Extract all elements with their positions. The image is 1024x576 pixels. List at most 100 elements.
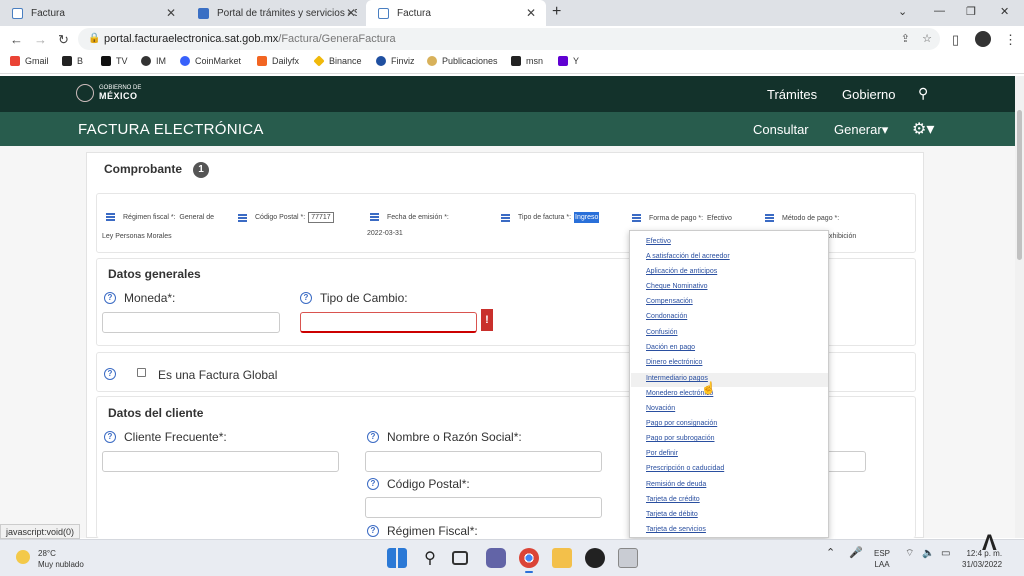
option-confusion[interactable]: Confusión — [646, 329, 678, 336]
bookmark-finviz[interactable]: Finviz — [376, 56, 415, 66]
help-icon[interactable]: ? — [367, 431, 379, 443]
wifi-icon[interactable]: ⌔ — [905, 548, 914, 559]
help-icon[interactable]: ? — [367, 478, 379, 490]
option-subrogacion[interactable]: Pago por subrogación — [646, 435, 715, 442]
publicaciones-icon — [427, 56, 437, 66]
option-tarjeta-servicios[interactable]: Tarjeta de servicios — [646, 526, 706, 533]
windows-start-icon[interactable] — [387, 548, 407, 568]
metodo-summary[interactable]: Método de pago *: — [765, 214, 839, 222]
close-window-icon[interactable]: ✕ — [1000, 5, 1009, 18]
battery-icon[interactable]: ▭ — [941, 548, 950, 559]
help-icon[interactable]: ? — [104, 368, 116, 380]
option-intermediario[interactable]: Intermediario pagos — [646, 375, 708, 382]
seal-icon — [76, 84, 94, 102]
new-tab-icon[interactable]: + — [552, 3, 561, 21]
im-icon — [141, 56, 151, 66]
gear-icon[interactable]: ⚙▾ — [912, 119, 934, 139]
volume-icon[interactable]: 🔈 — [922, 548, 934, 559]
scrollbar-thumb[interactable] — [1017, 110, 1022, 260]
tab-portal[interactable]: Portal de trámites y servicios - SA ✕ — [186, 0, 366, 26]
tipo-cambio-input[interactable] — [300, 312, 477, 333]
tab-title: Portal de trámites y servicios - SA — [217, 7, 357, 19]
factura-global-checkbox[interactable] — [137, 368, 146, 377]
gmail-icon — [10, 56, 20, 66]
option-prescripcion[interactable]: Prescripción o caducidad — [646, 465, 724, 472]
help-icon[interactable]: ? — [367, 525, 379, 537]
tipo-summary[interactable]: Tipo de factura *: Ingreso — [501, 212, 600, 223]
task-view-icon[interactable] — [452, 551, 468, 565]
forward-icon[interactable]: → — [34, 32, 47, 47]
close-icon[interactable]: ✕ — [166, 6, 176, 20]
option-anticipos[interactable]: Aplicación de anticipos — [646, 268, 717, 275]
share-icon[interactable]: ⇪ — [901, 28, 910, 50]
option-condonacion[interactable]: Condonación — [646, 313, 687, 320]
bookmark-y[interactable]: Y — [558, 56, 579, 66]
regimen-summary[interactable]: Régimen fiscal *: General de — [106, 213, 214, 221]
option-por-definir[interactable]: Por definir — [646, 450, 678, 457]
forma-pago-dropdown[interactable]: Efectivo A satisfacción del acreedor Apl… — [629, 230, 829, 538]
fecha-summary[interactable]: Fecha de emisión *: — [370, 213, 449, 221]
bookmark-binance[interactable]: Binance — [313, 55, 362, 67]
language-indicator[interactable]: ESP LAA — [874, 548, 890, 570]
bookmark-msn[interactable]: msn — [511, 56, 543, 66]
cp-cliente-input[interactable] — [365, 497, 602, 518]
chrome-icon[interactable] — [519, 548, 539, 573]
sidepanel-icon[interactable]: ▯ — [952, 32, 959, 48]
chevron-down-icon[interactable]: ⌄ — [898, 5, 907, 18]
minimize-icon[interactable]: — — [934, 5, 945, 17]
cliente-frecuente-select[interactable] — [102, 451, 339, 472]
generar-menu[interactable]: Generar▾ — [834, 122, 888, 138]
cp-summary[interactable]: Código Postal *: 77717 — [238, 212, 334, 223]
moneda-select[interactable] — [102, 312, 280, 333]
back-icon[interactable]: ← — [10, 32, 23, 47]
option-novacion[interactable]: Novación — [646, 405, 675, 412]
microphone-icon[interactable]: 🎤 — [849, 548, 863, 559]
star-icon[interactable]: ☆ — [922, 28, 932, 50]
option-compensacion[interactable]: Compensación — [646, 298, 693, 305]
bookmark-tv[interactable]: TV — [101, 56, 128, 66]
close-icon[interactable]: ✕ — [346, 6, 356, 20]
gobierno-logo[interactable]: GOBIERNO DE MÉXICO — [76, 84, 141, 102]
bookmark-im[interactable]: IM — [141, 56, 166, 66]
bookmark-dailyfx[interactable]: Dailyfx — [257, 56, 299, 66]
option-cheque[interactable]: Cheque Nominativo — [646, 283, 707, 290]
consultar-link[interactable]: Consultar — [753, 122, 809, 137]
bookmark-publicaciones[interactable]: Publicaciones — [427, 56, 498, 66]
search-icon[interactable]: ⚲ — [918, 85, 928, 102]
search-icon[interactable]: ⚲ — [420, 548, 440, 568]
option-satisfaccion[interactable]: A satisfacción del acreedor — [646, 253, 730, 260]
gobierno-link[interactable]: Gobierno — [842, 87, 895, 102]
option-consignacion[interactable]: Pago por consignación — [646, 420, 717, 427]
teams-chat-icon[interactable] — [486, 548, 506, 568]
datos-generales-title: Datos generales — [108, 267, 201, 281]
chevron-up-icon[interactable]: ⌃ — [826, 548, 835, 559]
app-icon[interactable] — [585, 548, 605, 568]
option-tarjeta-debito[interactable]: Tarjeta de débito — [646, 511, 698, 518]
forma-summary[interactable]: Forma de pago *: Efectivo — [632, 214, 732, 222]
bookmark-gmail[interactable]: Gmail — [10, 56, 49, 66]
help-icon[interactable]: ? — [300, 292, 312, 304]
tramites-link[interactable]: Trámites — [767, 87, 817, 102]
url-input[interactable]: 🔒 portal.facturaelectronica.sat.gob.mx/F… — [78, 28, 940, 50]
option-tarjeta-credito[interactable]: Tarjeta de crédito — [646, 496, 700, 503]
calculator-icon[interactable] — [618, 548, 638, 568]
help-icon[interactable]: ? — [104, 292, 116, 304]
help-icon[interactable]: ? — [104, 431, 116, 443]
tab-factura-active[interactable]: Factura ✕ — [366, 0, 546, 26]
nombre-input[interactable] — [365, 451, 602, 472]
finviz-icon — [376, 56, 386, 66]
menu-dots-icon[interactable]: ⋮ — [1004, 32, 1017, 48]
restore-icon[interactable]: ❐ — [966, 5, 976, 18]
option-dacion[interactable]: Dación en pago — [646, 344, 695, 351]
bookmark-b[interactable]: B — [62, 56, 83, 66]
bookmark-coinmarket[interactable]: CoinMarket — [180, 56, 241, 66]
reload-icon[interactable]: ↻ — [58, 32, 69, 48]
option-remision[interactable]: Remisión de deuda — [646, 481, 706, 488]
option-dinero-electronico[interactable]: Dinero electrónico — [646, 359, 702, 366]
list-icon — [238, 213, 247, 222]
file-explorer-icon[interactable] — [552, 548, 572, 568]
tab-factura-1[interactable]: Factura ✕ — [0, 0, 186, 26]
close-icon[interactable]: ✕ — [526, 6, 536, 20]
option-efectivo[interactable]: Efectivo — [646, 238, 671, 245]
avatar[interactable] — [975, 31, 991, 47]
